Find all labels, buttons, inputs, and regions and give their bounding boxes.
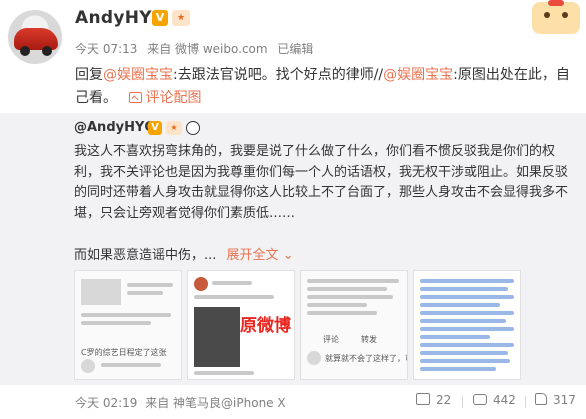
repost-text: 我这人不喜欢拐弯抹角的，我要是说了什么做了什么，你们看不惯反驳我是你们的权利，我… <box>74 144 569 221</box>
like-count: 317 <box>553 393 576 407</box>
reposted-weibo: @AndyHYQ V ★ 我这人不喜欢拐弯抹角的，我要是说了什么做了什么，你们看… <box>0 113 586 385</box>
repost-username[interactable]: @AndyHYQ <box>74 120 155 135</box>
divider <box>525 396 526 408</box>
level-badge-icon: ★ <box>172 10 190 26</box>
comment-image-label: 评论配图 <box>145 90 202 106</box>
share-icon <box>416 393 430 405</box>
verified-badge-icon: V <box>148 121 162 135</box>
wheel-icon <box>42 46 52 56</box>
reply-label: 回复 <box>75 67 103 83</box>
repost-more: 而如果恶意造谣中伤，... 展开全文 ⌄ <box>74 244 294 263</box>
repost-meta: 今天 02:19 来自 神笔马良@iPhone X <box>75 394 286 411</box>
panda-icon <box>186 121 200 135</box>
original-weibo-label: 原微博 <box>240 316 291 336</box>
image-thumbnail[interactable]: 原微博 <box>187 270 295 380</box>
wheel-icon <box>20 46 30 56</box>
thumb-comment: 评论 <box>323 335 339 344</box>
post-meta: 今天 07:13 来自 微博 weibo.com 已编辑 <box>75 40 319 57</box>
comment-button[interactable]: 442 <box>473 393 516 407</box>
mention-link[interactable]: @娱圈宝宝 <box>383 67 453 83</box>
image-icon <box>129 92 143 103</box>
post-content: 回复@娱圈宝宝:去跟法官说吧。找个好点的律师//@娱圈宝宝:原图出处在此，自己看… <box>75 64 580 110</box>
divider <box>462 396 463 408</box>
post-footer: 今天 02:19 来自 神笔马良@iPhone X 22 442 317 <box>0 386 586 419</box>
thumb-caption: 就算就不会了这样了，可靠我们别 <box>325 354 407 363</box>
edited-label[interactable]: 已编辑 <box>277 42 313 56</box>
image-thumbnail[interactable] <box>413 270 521 380</box>
image-thumbnail[interactable]: 评论 转发 就算就不会了这样了，可靠我们别 <box>300 270 408 380</box>
verified-badge-icon: V <box>152 10 168 26</box>
mascot-icon <box>532 0 580 34</box>
repost-source: 来自 神笔马良@iPhone X <box>145 396 286 410</box>
repost-more-text: 而如果恶意造谣中伤，... <box>74 248 217 263</box>
thumbs-up-icon <box>535 393 547 405</box>
like-button[interactable]: 317 <box>535 393 576 407</box>
mention-link[interactable]: @娱圈宝宝 <box>103 67 173 83</box>
thumb-repost: 转发 <box>361 335 377 344</box>
expand-full-text-link[interactable]: 展开全文 ⌄ <box>227 248 294 263</box>
chevron-down-icon: ⌄ <box>282 248 294 263</box>
comment-icon <box>473 394 487 405</box>
share-button[interactable]: 22 <box>416 393 451 407</box>
post-text-part1: :去跟法官说吧。找个好点的律师// <box>173 67 384 83</box>
share-count: 22 <box>436 393 452 407</box>
comment-count: 442 <box>493 393 516 407</box>
post-time[interactable]: 今天 07:13 <box>75 42 137 56</box>
repost-time[interactable]: 今天 02:19 <box>75 396 137 410</box>
avatar[interactable] <box>8 10 62 64</box>
comment-image-link[interactable]: 评论配图 <box>129 90 201 106</box>
image-thumbnail[interactable]: C罗的综艺日程定了这张 <box>74 270 182 380</box>
post-source: 来自 微博 weibo.com <box>147 42 268 56</box>
expand-label: 展开全文 <box>226 248 279 263</box>
thumb-caption: C罗的综艺日程定了这张 <box>81 348 167 357</box>
level-badge-icon: ★ <box>166 121 182 135</box>
